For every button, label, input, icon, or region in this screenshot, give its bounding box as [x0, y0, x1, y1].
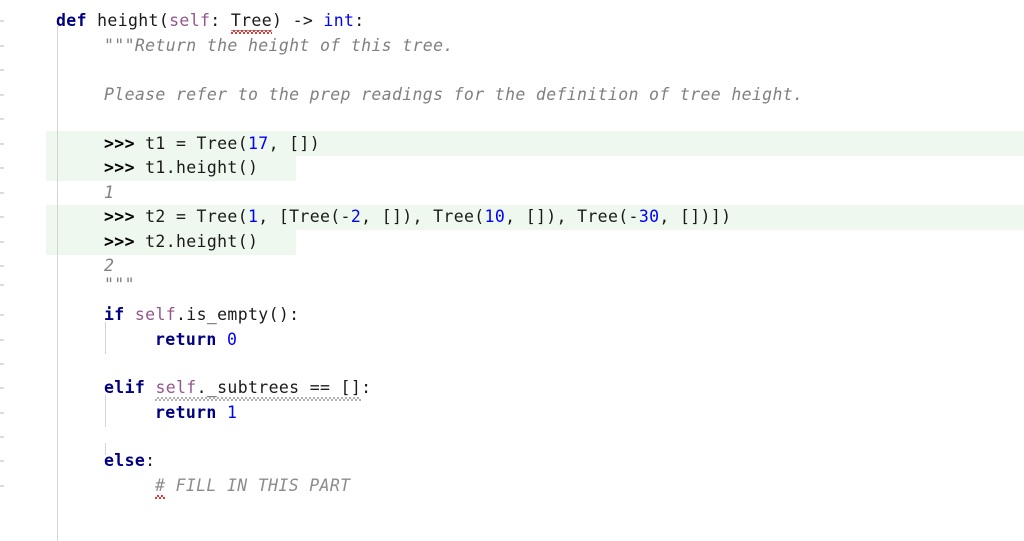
code-token-kw: if — [104, 305, 125, 324]
line-number[interactable]: — — [0, 160, 4, 175]
code-token-quote: """ — [104, 275, 135, 294]
line-number[interactable]: — — [0, 111, 4, 126]
code-token-kw: elif — [104, 378, 146, 397]
code-token-plain: : — [145, 451, 156, 470]
code-token-num: 10 — [484, 207, 506, 226]
code-token-num: 1 — [247, 207, 259, 226]
code-token-self: self — [169, 11, 211, 30]
type-reference-error: Tree — [230, 11, 272, 31]
code-line[interactable]: def height(self: Tree) -> int: — [56, 9, 365, 33]
code-line[interactable]: # FILL IN THIS PART — [155, 474, 350, 498]
code-token-doc: Return the height of this tree. — [134, 36, 454, 55]
line-number[interactable]: — — [0, 38, 4, 53]
code-token-num: 17 — [247, 134, 269, 153]
code-token-plain: , [])]) — [659, 207, 732, 226]
code-token-doc: Please refer to the prep readings for th… — [104, 85, 804, 104]
line-number[interactable]: — — [0, 185, 4, 200]
code-token-prompt: >>> — [104, 207, 135, 226]
line-number[interactable]: — — [0, 380, 4, 395]
line-number[interactable]: — — [0, 258, 4, 273]
code-line[interactable]: Please refer to the prep readings for th… — [104, 83, 803, 107]
code-line[interactable]: >>> t2 = Tree(1, [Tree(-2, []), Tree(10,… — [104, 205, 731, 229]
line-number[interactable]: — — [0, 62, 4, 77]
attribute-expression: ._subtrees == [] — [196, 378, 362, 397]
code-token-plain: , []), Tree(- — [505, 207, 639, 226]
code-line[interactable]: """ — [104, 273, 135, 297]
line-number[interactable]: — — [0, 332, 4, 347]
code-line[interactable]: >>> t2.height() — [104, 230, 258, 254]
code-token-plain: ) -> — [272, 11, 324, 30]
code-line[interactable]: """Return the height of this tree. — [104, 34, 454, 58]
code-token-plain: t2 = Tree( — [134, 207, 248, 226]
line-number[interactable]: — — [0, 209, 4, 224]
code-token-plain: : — [354, 11, 365, 30]
code-token-plain: t1 = Tree( — [134, 134, 248, 153]
code-token-plain: : — [361, 378, 372, 397]
line-number[interactable]: — — [0, 429, 4, 444]
code-token-plain: t1.height() — [134, 158, 259, 177]
code-token-plain: , []) — [268, 134, 320, 153]
code-token-self: self — [134, 305, 177, 324]
code-line[interactable]: else: — [104, 449, 155, 473]
code-token-num: 30 — [638, 207, 660, 226]
expression-warning: self._subtrees == [] — [155, 378, 361, 397]
line-number[interactable]: — — [0, 453, 4, 468]
code-token-num: 1 — [227, 403, 238, 422]
code-token-kw: def — [56, 11, 87, 30]
line-number[interactable]: — — [0, 234, 4, 249]
line-number[interactable]: — — [0, 136, 4, 151]
line-number-gutter[interactable]: — — — — — — — — — — — — — — — — — — — — — [0, 0, 46, 541]
code-token-prompt: >>> — [104, 158, 135, 177]
line-number[interactable]: — — [0, 356, 4, 371]
comment-hash-error: # — [155, 476, 166, 495]
code-line[interactable]: return 0 — [155, 328, 237, 352]
code-token-plain: .is_empty(): — [176, 305, 300, 324]
line-number[interactable]: — — [0, 405, 4, 420]
line-number[interactable]: — — [0, 478, 4, 493]
code-line[interactable]: if self.is_empty(): — [104, 303, 299, 327]
code-token-quote: """ — [104, 36, 135, 55]
code-token-plain: : — [210, 11, 231, 30]
code-line[interactable]: return 1 — [155, 401, 237, 425]
code-token-kw: return — [155, 403, 217, 422]
code-token-num: 0 — [227, 330, 238, 349]
code-token-plain: height( — [86, 11, 170, 30]
code-token-prompt: >>> — [104, 134, 135, 153]
code-line[interactable]: elif self._subtrees == []: — [104, 376, 371, 400]
code-token-comment: FILL IN THIS PART — [165, 476, 351, 495]
code-token-plain: , [Tree(- — [258, 207, 351, 226]
code-token-type: int — [323, 11, 355, 30]
line-number[interactable]: — — [0, 13, 4, 28]
code-token-plain: t2.height() — [134, 232, 259, 251]
self-keyword: self — [155, 378, 197, 397]
code-content[interactable]: def height(self: Tree) -> int: """Return … — [0, 0, 1024, 541]
code-token-plain: , []), Tree( — [361, 207, 485, 226]
code-editor[interactable]: ———————————————————— def height(self: Tr… — [0, 0, 1024, 541]
code-line[interactable]: 1 — [104, 181, 114, 205]
code-token-prompt: >>> — [104, 232, 135, 251]
line-number[interactable]: — — [0, 277, 4, 292]
code-token-out: 1 — [104, 183, 115, 202]
line-number[interactable]: — — [0, 307, 4, 322]
code-token-num: 2 — [350, 207, 362, 226]
code-token-kw: return — [155, 330, 217, 349]
code-token-kw: else — [104, 451, 146, 470]
line-number[interactable]: — — [0, 87, 4, 102]
code-line[interactable]: >>> t1.height() — [104, 156, 258, 180]
code-line[interactable]: >>> t1 = Tree(17, []) — [104, 132, 320, 156]
